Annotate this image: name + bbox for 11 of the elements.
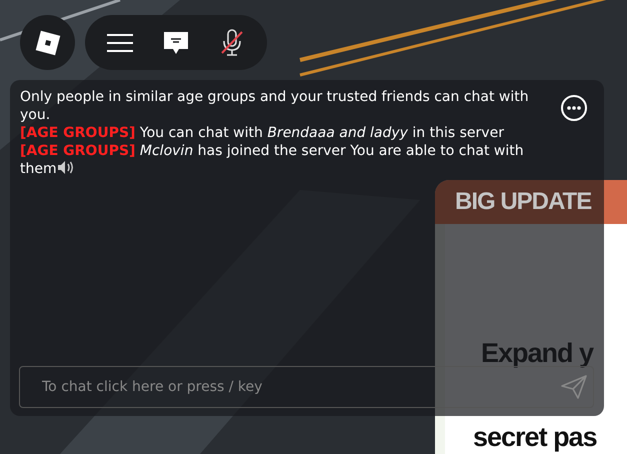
chat-message: Only people in similar age groups and your trusted friends can chat with you. [20, 88, 530, 124]
more-options-button[interactable] [560, 94, 588, 122]
panel-text: secret pas [473, 421, 597, 454]
send-icon [560, 373, 588, 401]
chat-input-field[interactable]: To chat click here or press / key [19, 366, 594, 408]
more-icon [560, 94, 588, 122]
panel-title: BIG UPDATE [455, 187, 592, 217]
menu-icon [106, 32, 134, 52]
chat-message: [AGE GROUPS] You can chat with Brendaaa and ladyy in this server [20, 124, 505, 142]
chat-message: [AGE GROUPS] Mclovin has joined the server You are able to chat with them [20, 142, 525, 178]
chat-bubble-icon [162, 30, 190, 56]
